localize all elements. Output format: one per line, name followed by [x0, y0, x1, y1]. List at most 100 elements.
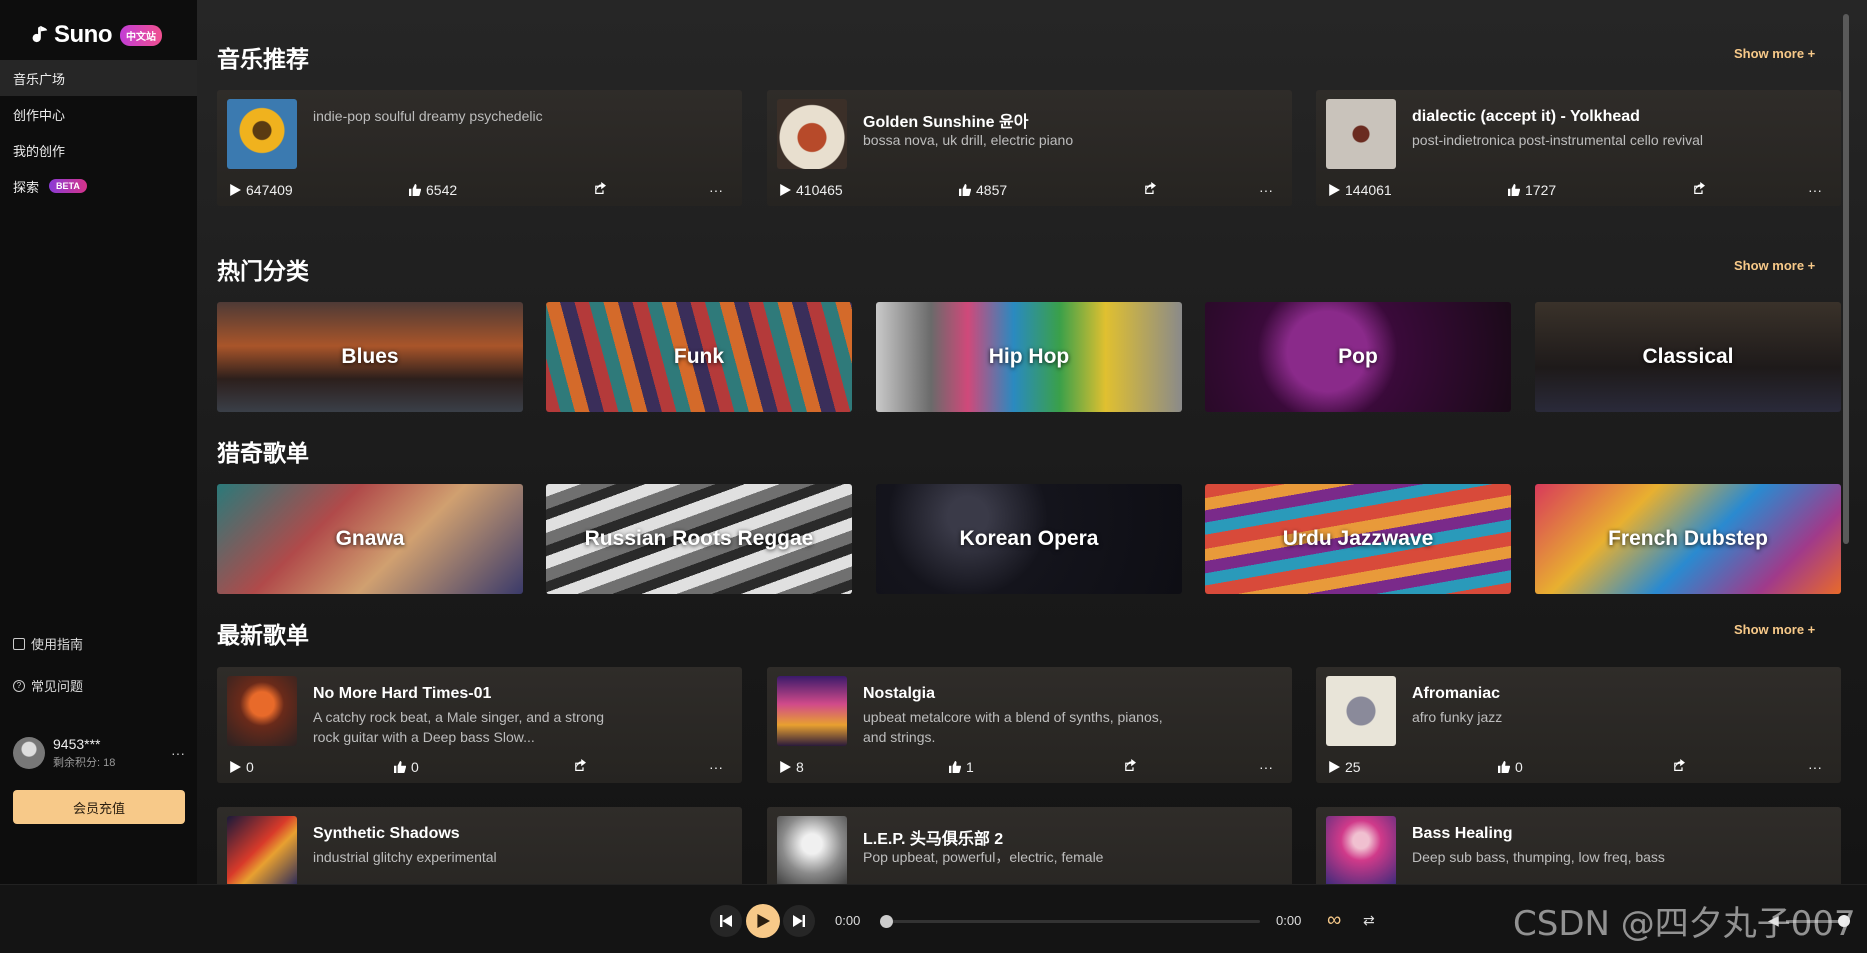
- like-count[interactable]: 0: [1498, 759, 1523, 775]
- song-cover: [777, 676, 847, 746]
- guide-label: 使用指南: [31, 637, 84, 652]
- category-tile-pop[interactable]: Pop: [1205, 302, 1511, 412]
- previous-button[interactable]: [710, 905, 742, 937]
- playlist-tile-korean-opera[interactable]: Korean Opera: [876, 484, 1182, 594]
- play-button[interactable]: [746, 904, 780, 938]
- scrollbar[interactable]: [1843, 14, 1849, 544]
- share-icon[interactable]: [594, 182, 606, 194]
- like-count[interactable]: 0: [394, 759, 419, 775]
- share-icon[interactable]: [1144, 182, 1156, 194]
- song-card[interactable]: No More Hard Times-01 A catchy rock beat…: [217, 667, 742, 783]
- song-cover: [1326, 99, 1396, 169]
- avatar: [13, 737, 45, 769]
- share-icon[interactable]: [1124, 759, 1136, 771]
- shuffle-icon[interactable]: ⇄: [1363, 912, 1375, 929]
- playlist-tile-russian-roots-reggae[interactable]: Russian Roots Reggae: [546, 484, 852, 594]
- share-icon: [575, 759, 586, 771]
- song-stats: 144061 1727 ···: [1328, 182, 1833, 198]
- show-more-recommend[interactable]: Show more +: [1734, 46, 1815, 61]
- song-cover: [1326, 816, 1396, 884]
- category-label: Classical: [1642, 345, 1734, 368]
- like-count[interactable]: 1: [949, 759, 974, 775]
- play-count[interactable]: 647409: [229, 182, 293, 198]
- song-card[interactable]: indie-pop soulful dreamy psychedelic 647…: [217, 90, 742, 206]
- user-name: 9453***: [53, 736, 101, 752]
- category-tile-funk[interactable]: Funk: [546, 302, 852, 412]
- user-credits: 剩余积分: 18: [53, 757, 116, 769]
- show-more-latest[interactable]: Show more +: [1734, 622, 1815, 637]
- share-icon[interactable]: [1673, 759, 1685, 771]
- main-nav: 音乐广场 创作中心 我的创作 探索 BETA: [0, 60, 197, 204]
- song-title: Nostalgia: [863, 685, 936, 702]
- song-card[interactable]: Golden Sunshine 윤아 bossa nova, uk drill,…: [767, 90, 1292, 206]
- progress-handle[interactable]: [880, 915, 893, 928]
- song-cover: [777, 816, 847, 884]
- like-count[interactable]: 4857: [959, 182, 1007, 198]
- section-title-latest: 最新歌单: [217, 622, 309, 648]
- category-tile-classical[interactable]: Classical: [1535, 302, 1841, 412]
- section-title-curious: 猎奇歌单: [217, 440, 309, 466]
- song-card[interactable]: dialectic (accept it) - Yolkhead post-in…: [1316, 90, 1841, 206]
- play-count-value: 0: [246, 759, 254, 775]
- play-icon: [780, 761, 791, 773]
- song-desc: afro funky jazz: [1412, 709, 1503, 725]
- play-count[interactable]: 144061: [1328, 182, 1392, 198]
- nav-item-explore[interactable]: 探索 BETA: [0, 168, 197, 204]
- watermark: CSDN @四夕丸子007: [1513, 904, 1856, 944]
- guide-link[interactable]: 使用指南: [13, 634, 83, 653]
- play-count-value: 410465: [796, 182, 843, 198]
- song-card[interactable]: Nostalgia upbeat metalcore with a blend …: [767, 667, 1292, 783]
- song-card[interactable]: Bass Healing Deep sub bass, thumping, lo…: [1316, 807, 1841, 884]
- play-count[interactable]: 0: [229, 759, 254, 775]
- more-icon[interactable]: ···: [1259, 759, 1273, 775]
- share-icon[interactable]: [574, 759, 586, 771]
- like-count-value: 1: [966, 759, 974, 775]
- next-button[interactable]: [783, 905, 815, 937]
- category-label: Blues: [341, 345, 399, 368]
- category-tile-hip-hop[interactable]: Hip Hop: [876, 302, 1182, 412]
- thumbs-up-icon: [949, 761, 961, 773]
- playlist-label: Korean Opera: [959, 527, 1099, 550]
- progress-track[interactable]: [886, 920, 1260, 923]
- more-icon[interactable]: ···: [1808, 182, 1822, 198]
- more-icon[interactable]: ···: [1259, 182, 1273, 198]
- song-card[interactable]: L.E.P. 头马俱乐部 2 Pop upbeat, powerful，elec…: [767, 807, 1292, 884]
- nav-item-my-creations[interactable]: 我的创作: [0, 132, 197, 168]
- faq-link[interactable]: ? 常见问题: [13, 676, 83, 695]
- play-count-value: 8: [796, 759, 804, 775]
- share-icon[interactable]: [1693, 182, 1705, 194]
- show-more-categories[interactable]: Show more +: [1734, 258, 1815, 273]
- like-count[interactable]: 1727: [1508, 182, 1556, 198]
- song-desc: post-indietronica post-instrumental cell…: [1412, 132, 1704, 148]
- like-count[interactable]: 6542: [409, 182, 457, 198]
- playlist-tile-french-dubstep[interactable]: French Dubstep: [1535, 484, 1841, 594]
- brand-logo[interactable]: Suno 中文站: [0, 0, 197, 56]
- song-desc: indie-pop soulful dreamy psychedelic: [313, 108, 543, 124]
- song-desc: Deep sub bass, thumping, low freq, bass: [1412, 849, 1665, 865]
- playlist-tile-urdu-jazzwave[interactable]: Urdu Jazzwave: [1205, 484, 1511, 594]
- user-more-icon[interactable]: ···: [171, 745, 185, 761]
- more-icon[interactable]: ···: [709, 182, 723, 198]
- song-desc: A catchy rock beat, a Male singer, and a…: [313, 709, 605, 745]
- share-icon: [1674, 759, 1685, 771]
- more-icon[interactable]: ···: [1808, 759, 1822, 775]
- nav-item-music-plaza[interactable]: 音乐广场: [0, 60, 197, 96]
- play-count[interactable]: 8: [779, 759, 804, 775]
- category-tile-blues[interactable]: Blues: [217, 302, 523, 412]
- share-icon: [595, 182, 606, 194]
- song-card[interactable]: Afromaniac afro funky jazz 25 0 ···: [1316, 667, 1841, 783]
- loop-icon[interactable]: ∞: [1327, 909, 1341, 932]
- playlist-label: French Dubstep: [1608, 527, 1768, 550]
- song-card[interactable]: Synthetic Shadows industrial glitchy exp…: [217, 807, 742, 884]
- song-desc: Pop upbeat, powerful，electric, female: [863, 849, 1104, 865]
- user-profile[interactable]: 9453*** 剩余积分: 18 ···: [13, 736, 185, 770]
- play-count[interactable]: 410465: [779, 182, 843, 198]
- more-icon[interactable]: ···: [709, 759, 723, 775]
- like-count-value: 0: [411, 759, 419, 775]
- playlist-label: Urdu Jazzwave: [1282, 527, 1434, 550]
- playlist-tile-gnawa[interactable]: Gnawa: [217, 484, 523, 594]
- nav-item-create[interactable]: 创作中心: [0, 96, 197, 132]
- beta-badge: BETA: [49, 179, 87, 193]
- recharge-button[interactable]: 会员充值: [13, 790, 185, 824]
- play-count[interactable]: 25: [1328, 759, 1361, 775]
